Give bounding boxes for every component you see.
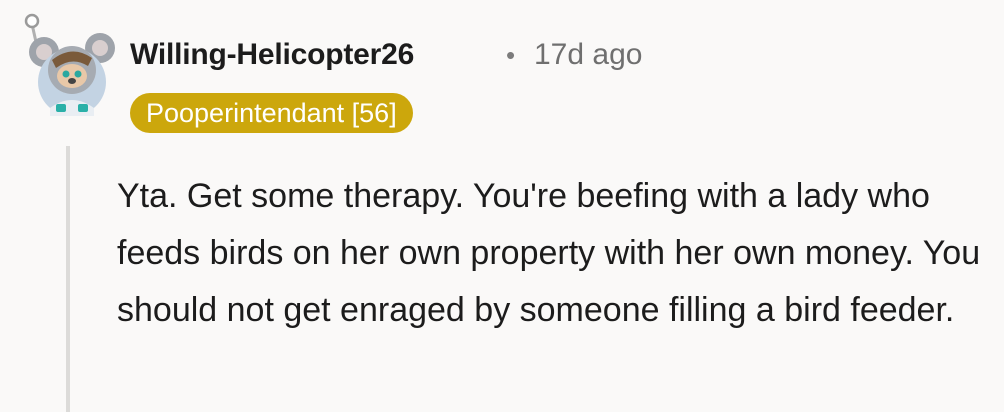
meta-separator: • xyxy=(506,40,516,70)
user-flair-badge: Pooperintendant [56] xyxy=(130,93,413,133)
avatar[interactable] xyxy=(22,8,117,118)
comment-body: Yta. Get some therapy. You're beefing wi… xyxy=(117,168,997,339)
koala-avatar-icon xyxy=(24,13,115,116)
comment-text: Yta. Get some therapy. You're beefing wi… xyxy=(117,177,981,329)
comment-timestamp[interactable]: 17d ago xyxy=(534,38,642,72)
thread-line[interactable] xyxy=(66,146,70,412)
comment-author[interactable]: Willing-Helicopter26 xyxy=(130,38,414,72)
